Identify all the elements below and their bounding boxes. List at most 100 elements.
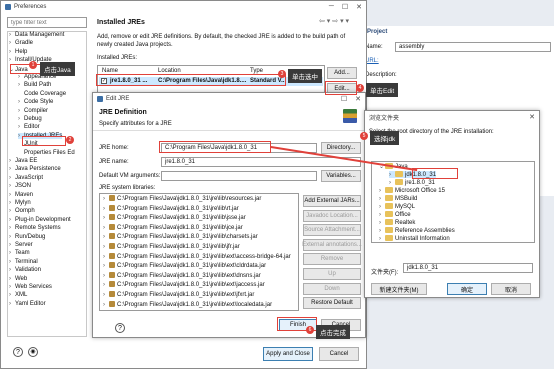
- library-action-button[interactable]: Javadoc Location...: [303, 209, 361, 222]
- library-action-button[interactable]: Add External JARs...: [303, 195, 361, 207]
- library-row[interactable]: › C:\Program Files\Java\jdk1.8.0_31\jre\l…: [103, 300, 272, 308]
- tree-item[interactable]: › Web: [9, 276, 27, 282]
- pref-nav-icons[interactable]: ⇦ ▾ ⇨ ▾ ▾: [319, 17, 349, 25]
- library-row[interactable]: › C:\Program Files\Java\jdk1.8.0_31\jre\l…: [103, 262, 266, 269]
- vm-args-field[interactable]: [161, 171, 317, 181]
- preferences-titlebar: Preferences ─ ☐ ✕: [1, 1, 366, 13]
- tree-item-label: Mylyn: [15, 200, 31, 206]
- tree-item[interactable]: › Maven: [9, 192, 33, 198]
- tree-item[interactable]: › XML: [9, 292, 27, 298]
- dialog-help-icon[interactable]: ?: [115, 323, 125, 333]
- browse-titlebar: 浏览文件夹 ✕: [365, 111, 539, 123]
- add-button[interactable]: Add...: [327, 67, 357, 79]
- library-action-button[interactable]: Source Attachment...: [303, 224, 361, 237]
- folder-item[interactable]: › jre1.8.0_31: [389, 179, 435, 186]
- variables-button[interactable]: Variables...: [321, 170, 361, 182]
- tree-item[interactable]: › Help: [9, 49, 27, 55]
- tree-item[interactable]: › Code Style: [18, 99, 53, 105]
- library-row[interactable]: › C:\Program Files\Java\jdk1.8.0_31\jre\l…: [103, 291, 254, 298]
- library-action-button[interactable]: Up: [303, 268, 361, 280]
- tree-item[interactable]: › Java EE: [9, 158, 37, 164]
- library-row[interactable]: › C:\Program Files\Java\jdk1.8.0_31\jre\l…: [103, 214, 246, 221]
- library-row[interactable]: › C:\Program Files\Java\jdk1.8.0_31\jre\l…: [103, 204, 239, 212]
- tree-item[interactable]: › Data Management: [9, 32, 64, 38]
- tree-item[interactable]: › Plug-in Development: [9, 217, 71, 223]
- folder-item[interactable]: › Realtek: [379, 219, 415, 226]
- library-row[interactable]: › C:\Program Files\Java\jdk1.8.0_31\jre\l…: [103, 223, 243, 231]
- highlight-edit: [325, 81, 357, 95]
- tree-item[interactable]: › JavaScript: [9, 175, 43, 181]
- tree-item[interactable]: › Java Persistence: [9, 166, 61, 172]
- library-row[interactable]: › C:\Program Files\Java\jdk1.8.0_31\jre\l…: [103, 281, 265, 288]
- folder-name: Microsoft Office 15: [395, 188, 445, 194]
- tree-item[interactable]: › Gradle: [9, 40, 33, 46]
- tree-item[interactable]: › Yaml Editor: [9, 301, 46, 307]
- folder-name: Realtek: [395, 220, 416, 226]
- tree-item[interactable]: › Server: [9, 242, 33, 248]
- pref-cancel-button[interactable]: Cancel: [319, 347, 359, 361]
- tree-item[interactable]: › Validation: [9, 267, 41, 273]
- tree-item[interactable]: › Run/Debug: [9, 234, 45, 240]
- library-row[interactable]: › C:\Program Files\Java\jdk1.8.0_31\jre\l…: [103, 271, 261, 279]
- jre-name-field[interactable]: jre1.8.0_31: [161, 157, 361, 167]
- library-path: C:\Program Files\Java\jdk1.8.0_31\jre\li…: [117, 224, 243, 231]
- tree-item-label: Build Path: [24, 82, 52, 89]
- folder-name: Reference Assemblies: [395, 228, 455, 234]
- project-name-field[interactable]: assembly: [395, 42, 551, 52]
- folder-item[interactable]: › Reference Assemblies: [379, 227, 455, 234]
- folder-field[interactable]: jdk1.8.0_31: [403, 263, 533, 273]
- library-path: C:\Program Files\Java\jdk1.8.0_31\jre\li…: [117, 272, 261, 279]
- tree-item-label: Gradle: [15, 40, 34, 47]
- tree-item[interactable]: Code Coverage: [18, 91, 66, 97]
- tree-item[interactable]: › Web Services: [9, 284, 52, 290]
- folder-item[interactable]: › MySQL: [379, 203, 415, 210]
- tree-item[interactable]: › Oomph: [9, 208, 35, 214]
- tree-item-label: Properties Files Ed: [24, 149, 75, 156]
- filter-input[interactable]: [7, 17, 87, 28]
- tree-item-label: Debug: [24, 116, 42, 122]
- library-action-button[interactable]: Down: [303, 282, 361, 295]
- tree-item[interactable]: › Build Path: [18, 82, 51, 88]
- tree-item[interactable]: › Editor: [18, 124, 40, 130]
- new-folder-button[interactable]: 新建文件夹(M): [371, 283, 427, 295]
- tree-item-label: Code Style: [24, 99, 54, 106]
- folder-item[interactable]: › MSBuild: [379, 195, 417, 202]
- folder-item[interactable]: › Microsoft Office 15: [379, 187, 445, 194]
- maximize-icon[interactable]: ☐: [341, 95, 347, 103]
- close-icon[interactable]: ✕: [529, 113, 535, 121]
- tree-item-label: Remote Systems: [15, 225, 61, 232]
- help-icon[interactable]: ?: [13, 347, 23, 357]
- tree-item[interactable]: › Compiler: [18, 108, 48, 114]
- browse-ok-button[interactable]: 确定: [447, 283, 487, 295]
- tree-item[interactable]: › Terminal: [9, 259, 38, 265]
- maximize-icon[interactable]: ☐: [342, 3, 348, 11]
- minimize-icon[interactable]: ─: [329, 3, 334, 11]
- folder-icon: [385, 219, 393, 225]
- library-row[interactable]: › C:\Program Files\Java\jdk1.8.0_31\jre\l…: [103, 195, 261, 202]
- close-icon[interactable]: ✕: [356, 3, 362, 11]
- folder-name: jre1.8.0_31: [405, 180, 436, 186]
- import-export-icon[interactable]: ◉: [28, 347, 38, 357]
- tree-item[interactable]: Properties Files Ed: [18, 150, 75, 156]
- tree-item[interactable]: › Team: [9, 250, 30, 256]
- folder-item[interactable]: › Office: [379, 211, 411, 218]
- tree-item[interactable]: › Remote Systems: [9, 225, 61, 231]
- project-header: Project: [367, 29, 388, 35]
- library-action-button[interactable]: Restore Default: [303, 297, 361, 310]
- tree-item[interactable]: › JSON: [9, 183, 31, 189]
- folder-item[interactable]: › Uninstall Information: [379, 235, 450, 242]
- library-action-button[interactable]: Remove: [303, 253, 361, 266]
- library-action-button[interactable]: External annotations...: [302, 238, 362, 251]
- tree-item[interactable]: › Mylyn: [9, 200, 31, 206]
- library-row[interactable]: › C:\Program Files\Java\jdk1.8.0_31\jre\l…: [103, 252, 291, 260]
- tree-item-label: Team: [15, 250, 30, 257]
- badge-4: 4: [356, 84, 364, 92]
- directory-button[interactable]: Directory...: [321, 142, 361, 154]
- tree-item[interactable]: › Debug: [18, 116, 42, 122]
- library-row[interactable]: › C:\Program Files\Java\jdk1.8.0_31\jre\l…: [103, 243, 240, 250]
- browse-cancel-button[interactable]: 取消: [491, 283, 531, 295]
- apply-close-button[interactable]: Apply and Close: [263, 347, 313, 361]
- library-row[interactable]: › C:\Program Files\Java\jdk1.8.0_31\jre\l…: [103, 233, 258, 240]
- folder-name: Uninstall Information: [395, 236, 450, 242]
- close-icon[interactable]: ✕: [355, 95, 361, 103]
